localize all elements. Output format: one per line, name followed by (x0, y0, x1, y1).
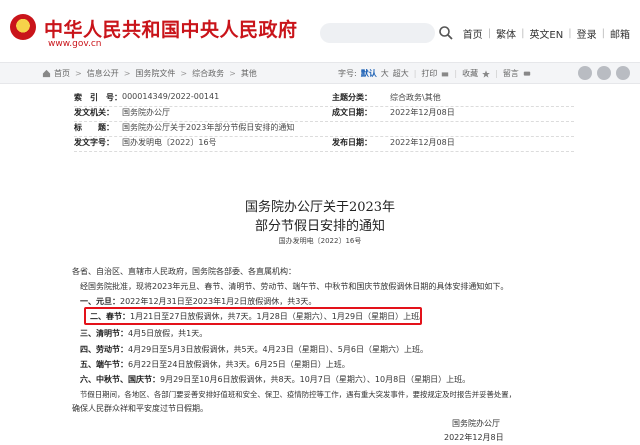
font-size-label: 字号: (338, 69, 357, 78)
site-url: www.gov.cn (48, 39, 102, 49)
search-input[interactable] (320, 23, 435, 43)
holiday-text: 9月29日至10月6日放假调休，共8天。10月7日（星期六）、10月8日（星期日… (160, 375, 471, 384)
national-emblem-icon (10, 14, 36, 40)
qq-icon[interactable] (616, 66, 630, 80)
meta-label: 成文日期： (332, 108, 372, 117)
star-icon[interactable] (482, 69, 490, 78)
meta-row: 索 引 号： 000014349/2022-00141 主题分类： 综合政务\其… (74, 92, 574, 107)
holiday-text: 2022年12月31日至2023年1月2日放假调休，共3天。 (120, 297, 317, 306)
document-sign-date: 2022年12月8日 (444, 433, 504, 442)
holiday-text: 4月5日放假，共1天。 (128, 329, 208, 338)
meta-value: 2022年12月08日 (390, 108, 455, 117)
breadcrumb-bar: 首页 > 信息公开 > 国务院文件 > 综合政务 > 其他 字号: 默认 大 超… (0, 62, 640, 84)
top-nav: 首页 | 繁体 | 英文EN | 登录 | 邮箱 (463, 26, 630, 41)
meta-row: 发文机关： 国务院办公厅 成文日期： 2022年12月08日 (74, 107, 574, 122)
meta-row: 发文字号： 国办发明电〔2022〕16号 发布日期： 2022年12月08日 (74, 137, 574, 152)
meta-row: 标 题： 国务院办公厅关于2023年部分节假日安排的通知 (74, 122, 574, 137)
holiday-name: 一、元旦： (80, 297, 120, 306)
holiday-item: 六、中秋节、国庆节：9月29日至10月6日放假调休，共8天。10月7日（星期六）… (80, 374, 470, 385)
document-title-line2: 部分节假日安排的通知 (254, 219, 385, 234)
holiday-item: 五、端午节：6月22日至24日放假调休，共3天。6月25日（星期日）上班。 (80, 359, 350, 370)
print-icon[interactable] (441, 70, 449, 78)
breadcrumb-home[interactable]: 首页 (54, 68, 70, 79)
meta-label: 标 题： (74, 123, 114, 132)
page-tools: 字号: 默认 大 超大 | 打印 | 收藏 | 留言 (338, 68, 531, 79)
nav-traditional[interactable]: 繁体 (496, 26, 516, 41)
breadcrumb-state-council-docs[interactable]: 国务院文件 (135, 68, 175, 79)
wechat-icon[interactable] (597, 66, 611, 80)
nav-separator: | (601, 28, 605, 39)
meta-label: 发文字号： (74, 138, 114, 147)
meta-value: 综合政务\其他 (390, 93, 441, 102)
holiday-text: 6月22日至24日放假调休，共3天。6月25日（星期日）上班。 (128, 360, 350, 369)
print-button[interactable]: 打印 (421, 68, 437, 79)
nav-login[interactable]: 登录 (577, 26, 597, 41)
breadcrumb-other[interactable]: 其他 (241, 68, 257, 79)
breadcrumb: 首页 > 信息公开 > 国务院文件 > 综合政务 > 其他 (42, 68, 257, 79)
meta-label: 索 引 号： (74, 93, 122, 102)
breadcrumb-info-public[interactable]: 信息公开 (87, 68, 119, 79)
font-size-xlarge[interactable]: 超大 (393, 68, 409, 79)
document-number: 国办发明电〔2022〕16号 (278, 237, 362, 245)
holiday-item: 四、劳动节：4月29日至5月3日放假调休，共5天。4月23日（星期日）、5月6日… (80, 344, 428, 355)
message-icon[interactable] (523, 70, 531, 78)
holiday-text: 4月29日至5月3日放假调休，共5天。4月23日（星期日）、5月6日（星期六）上… (128, 345, 428, 354)
nav-separator: | (521, 28, 525, 39)
site-title[interactable]: 中华人民共和国中央人民政府 (44, 15, 298, 42)
holiday-name: 四、劳动节： (80, 345, 128, 354)
meta-value: 国务院办公厅关于2023年部分节假日安排的通知 (122, 123, 295, 132)
holiday-name: 三、清明节： (80, 329, 128, 338)
favorite-button[interactable]: 收藏 (462, 68, 478, 79)
meta-label: 发布日期： (332, 138, 372, 147)
document-addressee: 各省、自治区、直辖市人民政府，国务院各部委、各直属机构： (72, 267, 296, 276)
holiday-item: 三、清明节：4月5日放假，共1天。 (80, 328, 207, 339)
document-metadata: 索 引 号： 000014349/2022-00141 主题分类： 综合政务\其… (74, 92, 574, 152)
share-buttons (573, 66, 630, 80)
document-title-line1: 国务院办公厅关于2023年 (244, 200, 396, 215)
meta-value: 000014349/2022-00141 (122, 92, 220, 101)
leave-message-button[interactable]: 留言 (503, 68, 519, 79)
meta-value: 2022年12月08日 (390, 138, 455, 147)
home-icon (42, 69, 51, 78)
weibo-icon[interactable] (578, 66, 592, 80)
breadcrumb-general-affairs[interactable]: 综合政务 (192, 68, 224, 79)
nav-home[interactable]: 首页 (463, 26, 483, 41)
font-size-large[interactable]: 大 (381, 68, 389, 79)
nav-english[interactable]: 英文EN (529, 26, 563, 41)
search-icon[interactable] (438, 25, 454, 41)
site-header: 中华人民共和国中央人民政府 www.gov.cn 首页 | 繁体 | 英文EN … (0, 0, 640, 60)
holiday-name: 五、端午节： (80, 360, 128, 369)
nav-separator: | (568, 28, 572, 39)
document-closing: 节假日期间，各地区、各部门要妥善安排好值班和安全、保卫、疫情防控等工作，遇有重大… (80, 390, 517, 399)
holiday-name: 六、中秋节、国庆节： (80, 375, 160, 384)
meta-label: 主题分类： (332, 93, 372, 102)
document-closing-2: 确保人民群众祥和平安度过节日假期。 (72, 404, 208, 413)
document-intro: 经国务院批准，现将2023年元旦、春节、清明节、劳动节、端午节、中秋节和国庆节放… (80, 282, 509, 291)
holiday-item: 一、元旦：2022年12月31日至2023年1月2日放假调休，共3天。 (80, 296, 316, 307)
nav-mail[interactable]: 邮箱 (610, 26, 630, 41)
meta-value: 国务院办公厅 (122, 108, 170, 117)
font-size-default[interactable]: 默认 (361, 68, 377, 79)
spring-festival-highlight (84, 307, 422, 325)
document-signer: 国务院办公厅 (452, 419, 500, 428)
meta-value: 国办发明电〔2022〕16号 (122, 138, 217, 147)
meta-label: 发文机关： (74, 108, 114, 117)
nav-separator: | (487, 28, 492, 39)
